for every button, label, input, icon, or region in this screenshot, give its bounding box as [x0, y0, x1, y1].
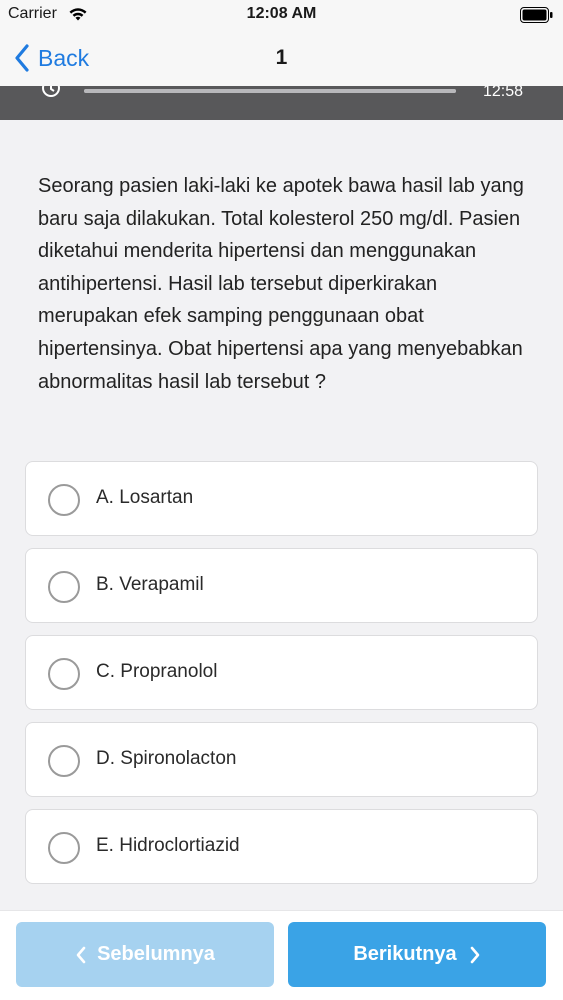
battery-icon: [520, 7, 553, 23]
radio-button-icon[interactable]: [48, 658, 80, 690]
previous-button-label: Sebelumnya: [97, 943, 215, 965]
navigation-bar: Back 1: [0, 30, 563, 86]
timer-progress-track: [84, 89, 456, 93]
status-bar: Carrier 12:08 AM: [0, 0, 563, 30]
bottom-navigation: Sebelumnya Berikutnya: [0, 910, 563, 1000]
clock-icon: [42, 86, 60, 97]
answer-option-label: D. Spironolacton: [96, 748, 237, 769]
radio-button-icon[interactable]: [48, 745, 80, 777]
answer-option-label: A. Losartan: [96, 487, 194, 508]
radio-button-icon[interactable]: [48, 484, 80, 516]
answer-option-b[interactable]: B. Verapamil: [25, 548, 538, 623]
answer-option-a[interactable]: A. Losartan: [25, 461, 538, 536]
answer-option-d[interactable]: D. Spironolacton: [25, 722, 538, 797]
answer-option-e[interactable]: E. Hidroclortiazid: [25, 809, 538, 884]
status-time: 12:08 AM: [246, 5, 317, 22]
page-title: 1: [275, 46, 288, 69]
chevron-right-icon: [470, 946, 479, 963]
question-content: Seorang pasien laki-laki ke apotek bawa …: [0, 120, 563, 910]
answer-option-label: C. Propranolol: [96, 661, 218, 682]
question-text: Seorang pasien laki-laki ke apotek bawa …: [38, 175, 524, 393]
next-button-label: Berikutnya: [353, 943, 457, 965]
chevron-left-icon: [76, 946, 86, 963]
timer-remaining: 12:58: [482, 86, 523, 100]
next-button[interactable]: Berikutnya: [288, 922, 546, 987]
radio-button-icon[interactable]: [48, 832, 80, 864]
previous-button[interactable]: Sebelumnya: [16, 922, 274, 987]
answer-option-c[interactable]: C. Propranolol: [25, 635, 538, 710]
answer-option-label: E. Hidroclortiazid: [96, 835, 240, 856]
timer-progress-fill: [84, 89, 456, 93]
radio-button-icon[interactable]: [48, 571, 80, 603]
answer-option-label: B. Verapamil: [96, 574, 204, 595]
timer-bar: 12:58: [0, 86, 563, 120]
